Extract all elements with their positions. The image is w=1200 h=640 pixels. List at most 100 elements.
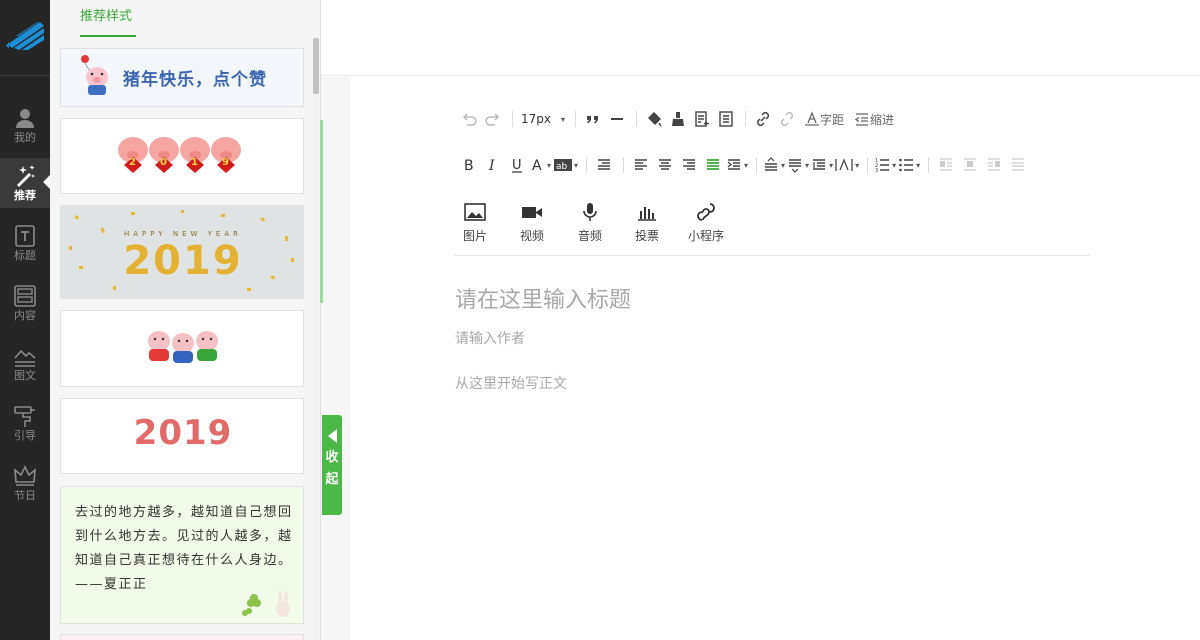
paragraph-spacing-top-button[interactable]: ▾ (763, 153, 785, 177)
format-painter-button[interactable] (643, 107, 665, 131)
first-line-indent-button[interactable] (593, 153, 615, 177)
document-button[interactable] (715, 107, 737, 131)
toolbar-separator (756, 157, 758, 173)
justify-button[interactable] (702, 153, 724, 177)
paragraph-spacing-top-icon (765, 157, 778, 171)
blockquote-button[interactable] (582, 107, 604, 131)
svg-text:3: 3 (875, 168, 878, 173)
media-label: 视频 (519, 229, 544, 243)
align-left-button[interactable] (630, 153, 652, 177)
microphone-icon (583, 203, 597, 221)
justify-icon (707, 159, 720, 170)
unlink-button[interactable] (776, 107, 798, 131)
media-label: 音频 (577, 229, 602, 243)
float-right-button[interactable] (983, 153, 1005, 177)
letter-spacing-button[interactable]: 字距 (804, 107, 844, 131)
redo-icon (485, 113, 500, 126)
link-button[interactable] (752, 107, 774, 131)
style-panel: 推荐样式 猪年快乐，点个赞 2 0 1 9 HAPPY NEW YEAR 201… (50, 0, 321, 640)
bold-button[interactable]: B (458, 153, 480, 177)
app-logo[interactable] (0, 0, 50, 76)
rail-item-label: 推荐 (14, 189, 36, 202)
style-card-quote[interactable]: 去过的地方越多，越知道自己想回到什么地方去。见过的人越多，越知道自己真正想待在什… (60, 486, 304, 624)
insert-vote-button[interactable]: 投票 (622, 203, 672, 244)
svg-text:ab: ab (556, 162, 568, 172)
line-height-button[interactable]: ▾ (811, 153, 833, 177)
article-title-input[interactable] (455, 283, 1075, 317)
horizontal-rule-button[interactable] (606, 107, 628, 131)
toolbar-separator (575, 111, 576, 127)
rail-item-title[interactable]: 标题 (0, 218, 50, 268)
gold-year-text: 2019 (123, 238, 243, 284)
insert-video-button[interactable]: 视频 (507, 203, 557, 244)
rail-item-recommend[interactable]: 推荐 (0, 158, 50, 208)
align-left-icon (635, 159, 648, 170)
panel-scrollbar-track[interactable] (313, 38, 319, 640)
insert-template-button[interactable] (691, 107, 713, 131)
style-card-banner[interactable]: 猪年快乐，点个赞 (60, 48, 304, 107)
ordered-list-button[interactable]: 1 2 3 ▾ (874, 153, 896, 177)
insert-image-button[interactable]: 图片 (450, 203, 500, 244)
letter-width-icon (835, 158, 853, 171)
image-text-icon (14, 349, 36, 367)
style-card-pink-2019[interactable]: 2019 (60, 398, 304, 474)
style-card-three-pigs[interactable] (60, 310, 304, 387)
indent-button[interactable]: 缩进 (854, 107, 894, 131)
rail-item-festival[interactable]: 节日 (0, 458, 50, 508)
style-card-next[interactable] (60, 634, 304, 640)
panel-scrollbar-thumb[interactable] (313, 38, 319, 94)
letter-width-button[interactable]: ▾ (835, 153, 859, 177)
toolbar-separator (586, 157, 588, 173)
unordered-list-icon (899, 158, 914, 172)
horizontal-rule-icon (611, 118, 623, 120)
caret-down-icon: ▾ (781, 160, 786, 170)
rail-item-mine[interactable]: 我的 (0, 100, 50, 150)
insert-mini-program-button[interactable]: 小程序 (681, 203, 731, 244)
redo-button[interactable] (482, 107, 504, 131)
badge-digit: 1 (191, 157, 198, 168)
user-icon (16, 109, 34, 128)
media-label: 图片 (462, 229, 487, 243)
video-icon (522, 207, 542, 218)
paragraph-spacing-bottom-button[interactable]: ▾ (787, 153, 809, 177)
font-size-dropdown[interactable]: 17px ▾ (519, 107, 567, 131)
float-none-button[interactable] (1007, 153, 1029, 177)
undo-icon (462, 113, 477, 126)
align-center-button[interactable] (654, 153, 676, 177)
float-center-icon (964, 158, 977, 171)
caret-down-icon: ▾ (829, 160, 834, 170)
rail-item-guide[interactable]: 引导 (0, 398, 50, 448)
text-indent-button[interactable]: ▾ (726, 153, 748, 177)
toolbar-separator (636, 111, 637, 127)
font-color-button[interactable]: A ▾ (530, 153, 552, 177)
style-card-happy-new-year[interactable]: HAPPY NEW YEAR 2019 (60, 205, 304, 299)
collapse-panel-button[interactable]: 收起 (322, 415, 342, 515)
rail-item-image-text[interactable]: 图文 (0, 338, 50, 388)
signpost-icon (14, 406, 35, 427)
author-input[interactable] (455, 327, 855, 351)
mini-program-icon (697, 203, 715, 221)
quote-icon (587, 116, 598, 123)
style-card-pigs-2019[interactable]: 2 0 1 9 (60, 118, 304, 194)
italic-button[interactable]: I (482, 153, 504, 177)
clear-format-button[interactable] (667, 107, 689, 131)
toolbar-separator (867, 157, 869, 173)
unordered-list-button[interactable]: ▾ (898, 153, 920, 177)
letter-spacing-label: 字距 (820, 112, 845, 127)
editor-left-gutter (321, 77, 350, 640)
editor-area: 17px ▾ 字距 缩进 B I U A ▾ ab ▾ ▾ ▾ ▾ ▾ ▾ 1 … (350, 77, 1200, 640)
background-color-button[interactable]: ab ▾ (554, 153, 578, 177)
undo-button[interactable] (458, 107, 480, 131)
insert-audio-button[interactable]: 音频 (565, 203, 615, 244)
underline-icon: U (512, 158, 522, 173)
float-left-button[interactable] (935, 153, 957, 177)
rail-item-content[interactable]: 内容 (0, 278, 50, 328)
article-body-editor[interactable]: 从这里开始写正文 (455, 373, 1085, 603)
tab-recommended-styles[interactable]: 推荐样式 (80, 0, 136, 37)
pink-year-text: 2019 (133, 413, 233, 453)
paragraph-spacing-bottom-icon (789, 159, 802, 173)
four-pigs-illustration (118, 137, 241, 173)
align-right-button[interactable] (678, 153, 700, 177)
float-center-button[interactable] (959, 153, 981, 177)
underline-button[interactable]: U (506, 153, 528, 177)
